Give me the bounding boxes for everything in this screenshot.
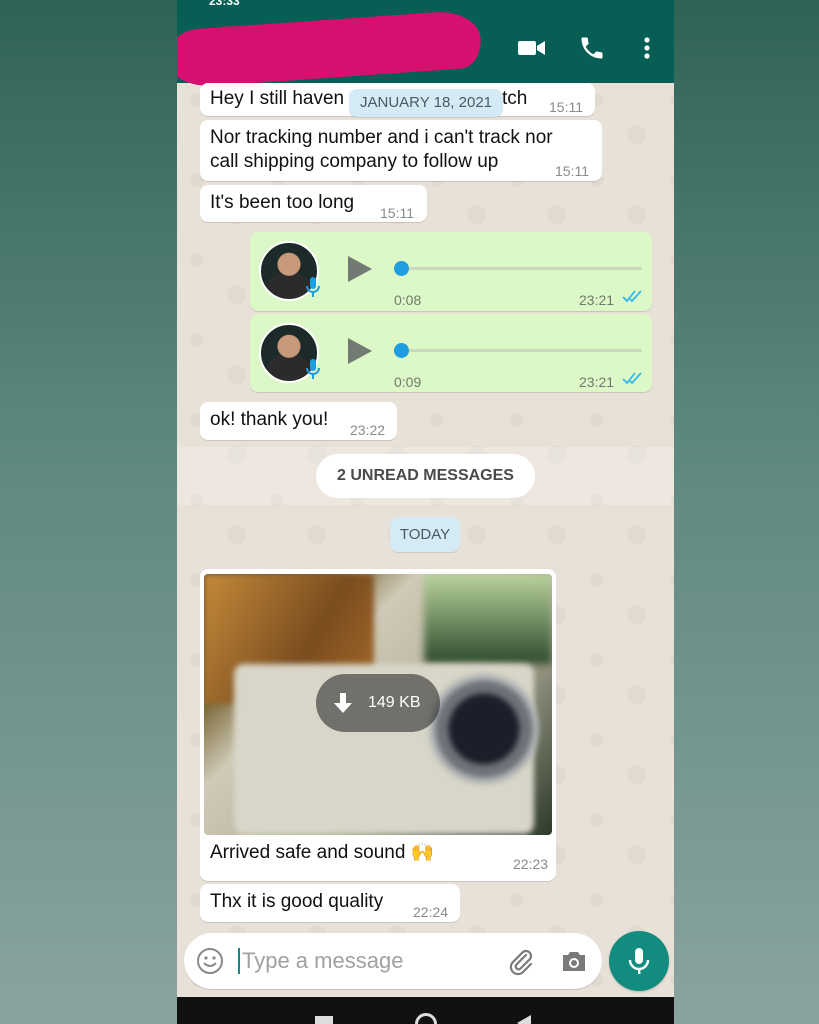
status-time: 23:33 (209, 0, 240, 8)
play-icon[interactable] (346, 254, 374, 284)
paperclip-icon[interactable] (506, 947, 536, 977)
emoji-icon[interactable] (196, 947, 224, 975)
message-time: 22:24 (413, 904, 449, 920)
incoming-message[interactable]: It's been too long 15:11 (200, 185, 427, 222)
outgoing-voice-message[interactable]: 0:09 23:21 (250, 314, 652, 392)
camera-icon[interactable] (560, 948, 588, 974)
voice-progress-track[interactable] (400, 267, 642, 270)
unread-messages-divider: 2 UNREAD MESSAGES (316, 454, 535, 498)
voice-duration: 0:09 (394, 374, 422, 390)
message-text: Hey I still haven (210, 88, 345, 109)
download-button[interactable]: 149 KB (316, 674, 440, 732)
message-input[interactable] (242, 943, 492, 979)
redaction-scribble (177, 9, 483, 89)
phone-screen: 23:33 ← Hey I still haven tch 15:11 JANU… (177, 0, 674, 1024)
message-list[interactable]: Hey I still haven tch 15:11 JANUARY 18, … (177, 83, 674, 933)
message-time: 23:21 (579, 292, 615, 308)
outgoing-voice-message[interactable]: 0:08 23:21 (250, 232, 652, 311)
message-text: Thx it is good quality (210, 891, 384, 912)
message-time: 23:22 (350, 422, 386, 438)
voice-call-icon[interactable] (577, 34, 607, 62)
message-time: 23:21 (579, 374, 615, 390)
voice-seek-handle[interactable] (394, 261, 409, 276)
back-triangle-icon[interactable] (517, 1015, 531, 1024)
message-time: 22:23 (513, 856, 549, 872)
microphone-icon (628, 948, 650, 974)
video-call-icon[interactable] (517, 34, 547, 62)
photo-content-lid (424, 574, 552, 664)
more-options-icon[interactable] (633, 34, 663, 62)
message-text-line1: Nor tracking number and i can't track no… (210, 127, 553, 148)
incoming-message[interactable]: ok! thank you! 23:22 (200, 402, 397, 440)
message-text: ok! thank you! (210, 409, 329, 430)
message-time: 15:11 (549, 99, 583, 115)
message-text: It's been too long (210, 192, 355, 213)
voice-seek-handle[interactable] (394, 343, 409, 358)
voice-record-button[interactable] (609, 931, 669, 991)
photo-content-watch (429, 674, 539, 784)
read-ticks-icon (622, 290, 642, 303)
download-arrow-icon (334, 693, 352, 713)
message-text-end: tch (502, 88, 528, 109)
read-ticks-icon (622, 372, 642, 385)
chat-header: ← (177, 9, 674, 89)
voice-progress-track[interactable] (400, 349, 642, 352)
today-divider: TODAY (390, 517, 460, 552)
android-nav-bar (177, 997, 674, 1024)
home-icon[interactable] (415, 1013, 437, 1024)
recent-apps-icon[interactable] (315, 1016, 333, 1024)
play-icon[interactable] (346, 336, 374, 366)
message-text-line2: call shipping company to follow up (210, 151, 499, 172)
status-bar: 23:33 (177, 0, 674, 12)
incoming-message[interactable]: Thx it is good quality 22:24 (200, 884, 460, 922)
message-composer (184, 933, 602, 989)
message-time: 15:11 (555, 163, 589, 179)
voice-duration: 0:08 (394, 292, 422, 308)
text-cursor (238, 948, 240, 974)
date-divider: JANUARY 18, 2021 (349, 89, 503, 117)
mic-badge-icon (306, 359, 320, 379)
download-size: 149 KB (368, 694, 421, 711)
message-time: 15:11 (380, 205, 414, 221)
mic-badge-icon (306, 277, 320, 297)
incoming-message[interactable]: Nor tracking number and i can't track no… (200, 120, 602, 181)
photo-thumbnail[interactable]: 149 KB (204, 574, 552, 835)
message-caption: Arrived safe and sound 🙌 (210, 842, 435, 863)
